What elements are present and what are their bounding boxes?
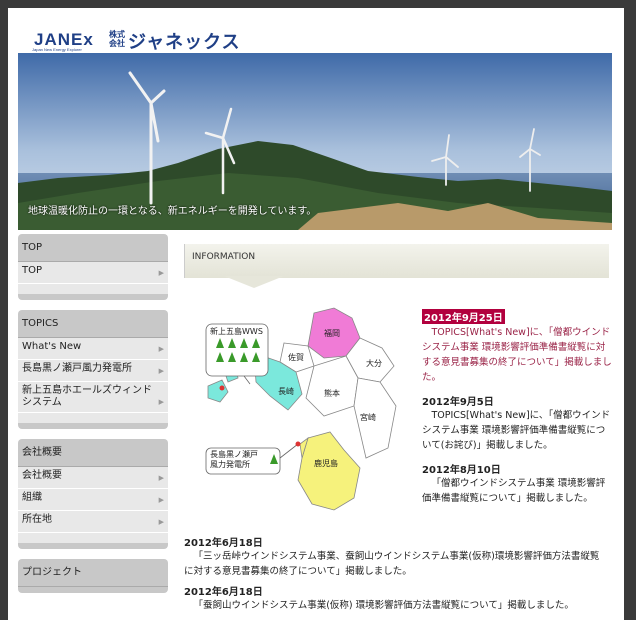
nav-group-header: 会社概要 [18, 439, 168, 467]
nav-item-label: 組織 [22, 492, 42, 503]
news-entry: 2012年9月5日 TOPICS[What's New]に、「僧都ウインドシステ… [422, 393, 612, 453]
nav-group-header: TOP [18, 234, 168, 262]
hero-caption: 地球温暖化防止の一環となる、新エネルギーを開発しています。 [28, 206, 317, 217]
logo-company-name[interactable]: ジャネックス [128, 28, 241, 54]
arrow-icon: ▶ [158, 496, 164, 504]
map-label-nagasaki: 長崎 [278, 387, 294, 396]
news-text: TOPICS[What's New]に、「僧都ウインドシステム事業 環境影響評価… [422, 410, 611, 451]
news-entry: 2012年9月25日 TOPICS[What's New]に、「僧都ウインドシス… [422, 306, 612, 385]
map-label-kagoshima: 鹿児島 [314, 459, 338, 468]
nav-group-header: TOPICS [18, 310, 168, 338]
nav-group-company: 会社概要 会社概要 ▶ 組織 ▶ 所在地 ▶ [18, 439, 168, 549]
nav-group-header: プロジェクト [18, 559, 168, 587]
map-label-miyazaki: 宮崎 [360, 413, 376, 422]
page: JANEx Japan New Energy Explorer 株式会社 ジャネ… [8, 8, 624, 620]
arrow-icon: ▶ [158, 474, 164, 482]
map-label-kumamoto: 熊本 [324, 389, 340, 398]
nav-spacer [18, 533, 168, 543]
news-date: 2012年6月18日 [184, 587, 263, 598]
arrow-icon: ▶ [158, 367, 164, 375]
nav-item-whats-new[interactable]: What's New ▶ [18, 338, 168, 360]
nav-item-label: 会社概要 [22, 470, 62, 481]
nav-item-shinkamigoto[interactable]: 新上五島ホエールズウィンドシステム ▶ [18, 382, 168, 413]
information-label: INFORMATION [192, 252, 256, 262]
map-label-fukuoka: 福岡 [324, 329, 340, 338]
news-text: 「蚕飼山ウインドシステム事業(仮称) 環境影響評価方法書縦覧について」掲載しまし… [193, 600, 574, 611]
logo-tagline: Japan New Energy Explorer [32, 47, 82, 52]
arrow-icon: ▶ [158, 398, 164, 406]
nav-item-label: TOP [22, 265, 43, 276]
nav-item-location[interactable]: 所在地 ▶ [18, 511, 168, 533]
nav-item-nagashima[interactable]: 長島黒ノ瀬戸風力発電所 ▶ [18, 360, 168, 382]
news-text: 「僧都ウインドシステム事業 環境影響評価準備書縦覧について」掲載しました。 [422, 478, 606, 504]
news-entry: 2012年6月18日 「蚕飼山ウインドシステム事業(仮称) 環境影響評価方法書縦… [184, 583, 604, 613]
nav-item-organization[interactable]: 組織 ▶ [18, 489, 168, 511]
nav-spacer [18, 413, 168, 423]
nav-group-top: TOP TOP ▶ [18, 234, 168, 300]
speech-tail-icon [224, 276, 284, 288]
news-list-wide: 2012年6月18日 「三ッ岳峠ウインドシステム事業、蚕飼山ウインドシステム事業… [184, 530, 604, 613]
arrow-icon: ▶ [158, 345, 164, 353]
information-header: INFORMATION [184, 238, 612, 288]
nav-item-label: 所在地 [22, 514, 52, 525]
nav-spacer [18, 284, 168, 294]
nav-group-topics: TOPICS What's New ▶ 長島黒ノ瀬戸風力発電所 ▶ 新上五島ホエール… [18, 310, 168, 429]
main-content: INFORMATION 新上五島WWS 長島黒ノ瀬戸 風力発電所 福岡 佐賀 大… [184, 238, 612, 511]
arrow-icon: ▶ [158, 269, 164, 277]
map-callout-shinkamigoto: 新上五島WWS [210, 327, 263, 336]
arrow-icon: ▶ [158, 518, 164, 526]
news-date: 2012年8月10日 [422, 465, 501, 476]
site-header: JANEx Japan New Energy Explorer 株式会社 ジャネ… [8, 8, 624, 54]
nav-item-label: 新上五島ホエールズウィンドシステム [22, 385, 152, 408]
logo-company-type: 株式会社 [109, 30, 125, 48]
nav-group-projects: プロジェクト [18, 559, 168, 593]
hero-banner: 地球温暖化防止の一環となる、新エネルギーを開発しています。 [18, 53, 612, 230]
nav-item-label: 長島黒ノ瀬戸風力発電所 [22, 363, 132, 374]
map-label-oita: 大分 [366, 359, 382, 368]
news-text: 「三ッ岳峠ウインドシステム事業、蚕飼山ウインドシステム事業(仮称)環境影響評価方… [184, 551, 600, 577]
sidebar: TOP TOP ▶ TOPICS What's New ▶ 長島黒ノ瀬戸風力発電所 ▶… [18, 234, 168, 603]
news-entry: 2012年8月10日 「僧都ウインドシステム事業 環境影響評価準備書縦覧について… [422, 461, 612, 506]
news-date: 2012年9月5日 [422, 397, 494, 408]
nav-item-top[interactable]: TOP ▶ [18, 262, 168, 284]
kyushu-map[interactable]: 新上五島WWS 長島黒ノ瀬戸 風力発電所 福岡 佐賀 大分 長崎 熊本 宮崎 鹿… [184, 298, 416, 526]
news-date: 2012年9月25日 [422, 309, 505, 324]
map-callout-nagashima: 長島黒ノ瀬戸 風力発電所 [210, 450, 258, 469]
news-date: 2012年6月18日 [184, 538, 263, 549]
nav-item-label: What's New [22, 341, 82, 352]
news-list: 2012年9月25日 TOPICS[What's New]に、「僧都ウインドシス… [422, 306, 612, 506]
news-entry: 2012年6月18日 「三ッ岳峠ウインドシステム事業、蚕飼山ウインドシステム事業… [184, 534, 604, 579]
news-text-link[interactable]: TOPICS[What's New]に、「僧都ウインドシステム事業 環境影響評価… [422, 325, 612, 385]
map-label-saga: 佐賀 [288, 353, 304, 362]
nav-item-company-profile[interactable]: 会社概要 ▶ [18, 467, 168, 489]
